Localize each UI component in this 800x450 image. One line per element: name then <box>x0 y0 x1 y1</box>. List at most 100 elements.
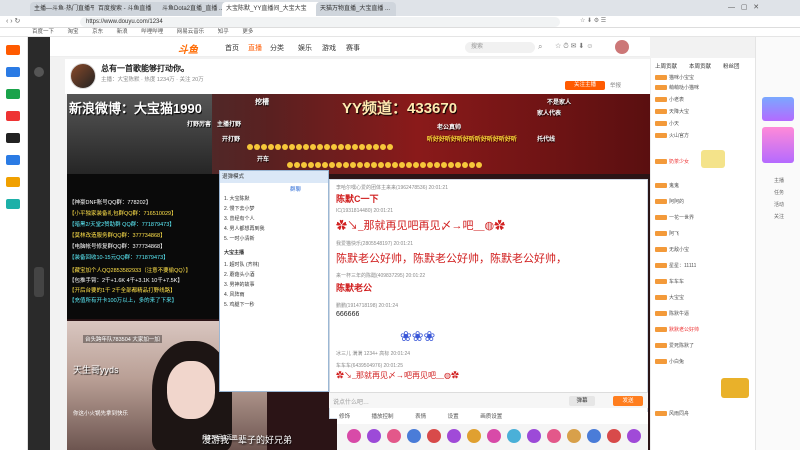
bookmark[interactable]: 淘宝 <box>68 29 79 35</box>
bookmark[interactable]: 哔哩哔哩 <box>141 29 163 35</box>
nav-game[interactable]: 游戏 <box>322 43 336 53</box>
streamer-face <box>167 361 215 419</box>
qq-member-row[interactable]: 3. 男神的故事 <box>224 281 255 288</box>
danmu-toggle[interactable]: 弹幕 <box>569 396 595 406</box>
side-label[interactable]: 主播 <box>760 177 798 184</box>
header-icons[interactable]: ☆ ⏱ ✉ ⬇ ☺ <box>555 42 593 51</box>
browser-tab-active[interactable]: 大宝陈默_YY直播间_大宝大宝 <box>222 2 322 16</box>
nav-entertainment[interactable]: 娱乐 <box>298 43 312 53</box>
promo-banner[interactable] <box>762 97 794 121</box>
gift-icon[interactable] <box>567 429 581 443</box>
qq-member-row[interactable]: 2. 蘑菇头小酒 <box>224 271 255 278</box>
toolbar-item[interactable]: 播放控制 <box>372 414 394 420</box>
video-player[interactable]: 新浪微博：大宝猫1990 YY频道：433670 挖槽 不是家人 家人代表 主播… <box>67 94 650 450</box>
cam-top-text: 台头跨年队783504 大家加一加 <box>83 335 162 343</box>
chat-message: 陈默老公 <box>336 283 373 293</box>
site-logo[interactable]: 斗鱼 <box>178 41 198 56</box>
nav-live[interactable]: 直播 <box>248 43 262 53</box>
rank-tab[interactable]: 上周贡献 <box>655 62 677 70</box>
collapse-icon[interactable] <box>34 67 44 77</box>
search-input[interactable]: 搜索 <box>465 42 535 53</box>
bookmark[interactable]: 网易云音乐 <box>177 29 205 35</box>
streamer-avatar[interactable] <box>70 63 96 89</box>
banner-shout: 听好好听好听好听听好听好听好听 <box>427 137 518 143</box>
qq-member-row[interactable]: 4. 风阵雨 <box>224 291 245 298</box>
gift-icon[interactable] <box>347 429 361 443</box>
browser-toolbar-icons[interactable]: ☆ ⬇ ⚙ ☰ <box>580 17 780 27</box>
toolbar-item[interactable]: 修饰 <box>339 414 350 420</box>
bookmark[interactable]: 知乎 <box>218 29 229 35</box>
bookmark[interactable]: 百度一下 <box>32 29 54 35</box>
chat-row: 小白兔 <box>655 358 684 365</box>
app-icon[interactable] <box>6 45 20 55</box>
gift-icon[interactable] <box>527 429 541 443</box>
gift-icon[interactable] <box>467 429 481 443</box>
bookmark[interactable]: 更多 <box>242 29 253 35</box>
toolbar-item[interactable]: 设置 <box>448 414 459 420</box>
url-field[interactable]: https://www.douyu.com/1234 <box>80 17 560 27</box>
follow-button[interactable]: 关注主播 <box>565 81 605 90</box>
qq-member-row[interactable]: 1. 超时队 (齐林) <box>224 261 259 268</box>
bookmark[interactable]: 京东 <box>92 29 103 35</box>
qq-member-row[interactable]: 5. 鸡腿下一秒 <box>224 301 255 308</box>
app-icon[interactable] <box>6 133 20 143</box>
nav-esports[interactable]: 赛事 <box>346 43 360 53</box>
window-controls[interactable]: — ▢ ✕ <box>728 3 798 13</box>
qq-group-window[interactable]: 退弹模式 群聊 1. 大宝陈默 2. 慢下去小梦 3. 曾经有个人 4. 男人都… <box>219 170 329 392</box>
chat-message: 666666 <box>336 311 360 318</box>
nav-back-forward-icon[interactable]: ‹ › ↻ <box>6 17 20 25</box>
browser-tab[interactable]: 百度搜索 - 斗鱼直播 <box>94 2 164 16</box>
scroll-handle[interactable] <box>34 267 44 297</box>
app-icon[interactable] <box>6 111 20 121</box>
app-icon[interactable] <box>6 177 20 187</box>
search-icon[interactable]: ⌕ <box>538 42 542 52</box>
app-icon[interactable] <box>6 67 20 77</box>
gift-icon[interactable] <box>607 429 621 443</box>
room-title: 总有一首歌能够打动你。 <box>101 64 189 73</box>
browser-tab[interactable]: 天猫万物直播_大宝直播 ... <box>316 2 396 16</box>
report-link[interactable]: 举报 <box>610 81 621 89</box>
qq-member-row[interactable]: 1. 大宝陈默 <box>224 195 250 202</box>
nav-category[interactable]: 分类 <box>270 43 284 53</box>
qq-member-row[interactable]: 4. 男人都想再到我 <box>224 225 265 232</box>
browser-tab[interactable]: 主播—斗鱼·热门直播平台 <box>30 2 102 16</box>
gift-icon[interactable] <box>407 429 421 443</box>
treasure-chest-icon[interactable] <box>721 378 749 398</box>
chat-input-row: 说点什么吧… 弹幕 发送 <box>329 392 648 408</box>
toolbar-item[interactable]: 表情 <box>415 414 426 420</box>
gift-icon[interactable] <box>387 429 401 443</box>
qq-tab-group[interactable]: 群聊 <box>290 185 301 193</box>
gift-icon[interactable] <box>587 429 601 443</box>
promo-banner[interactable] <box>762 127 794 163</box>
nav-home[interactable]: 首页 <box>225 43 239 53</box>
bookmark[interactable]: 新浪 <box>117 29 128 35</box>
qq-member-row[interactable]: 2. 慢下去小梦 <box>224 205 255 212</box>
rank-tab[interactable]: 粉丝团 <box>723 62 740 70</box>
browser-tab[interactable]: 斗鱼Dota2直播_直播 ... <box>158 2 228 16</box>
side-label[interactable]: 关注 <box>760 213 798 220</box>
chat-meta: 车车车(6439504976) 20:01:25 <box>336 363 403 369</box>
app-icon[interactable] <box>6 199 20 209</box>
qq-section-header: 大宝主播 <box>224 250 245 256</box>
app-icon[interactable] <box>6 89 20 99</box>
gift-icon[interactable] <box>627 429 641 443</box>
qq-member-row[interactable]: 5. 一时小清新 <box>224 235 255 242</box>
side-label[interactable]: 任务 <box>760 189 798 196</box>
gift-icon[interactable] <box>427 429 441 443</box>
rank-tab[interactable]: 本周贡献 <box>689 62 711 70</box>
gift-icon[interactable] <box>447 429 461 443</box>
gift-icon[interactable] <box>367 429 381 443</box>
side-label[interactable]: 活动 <box>760 201 798 208</box>
user-avatar[interactable] <box>615 40 629 54</box>
gift-icon[interactable] <box>547 429 561 443</box>
gift-icon[interactable] <box>487 429 501 443</box>
send-button[interactable]: 发送 <box>613 396 643 406</box>
chat-window: 李哈尔嘿心爱的团体主来来(1962478536) 20:01:21 陈默C一下 … <box>329 179 648 419</box>
gift-icon[interactable] <box>507 429 521 443</box>
toolbar-item[interactable]: 画质设置 <box>480 414 502 420</box>
chat-input[interactable]: 说点什么吧… <box>333 397 533 406</box>
app-icon[interactable] <box>6 155 20 165</box>
emoji-row <box>287 160 547 168</box>
panel-line: 【装备回收10-15元QQ群：771879473】 <box>69 255 169 261</box>
qq-member-row[interactable]: 3. 曾经有个人 <box>224 215 255 222</box>
